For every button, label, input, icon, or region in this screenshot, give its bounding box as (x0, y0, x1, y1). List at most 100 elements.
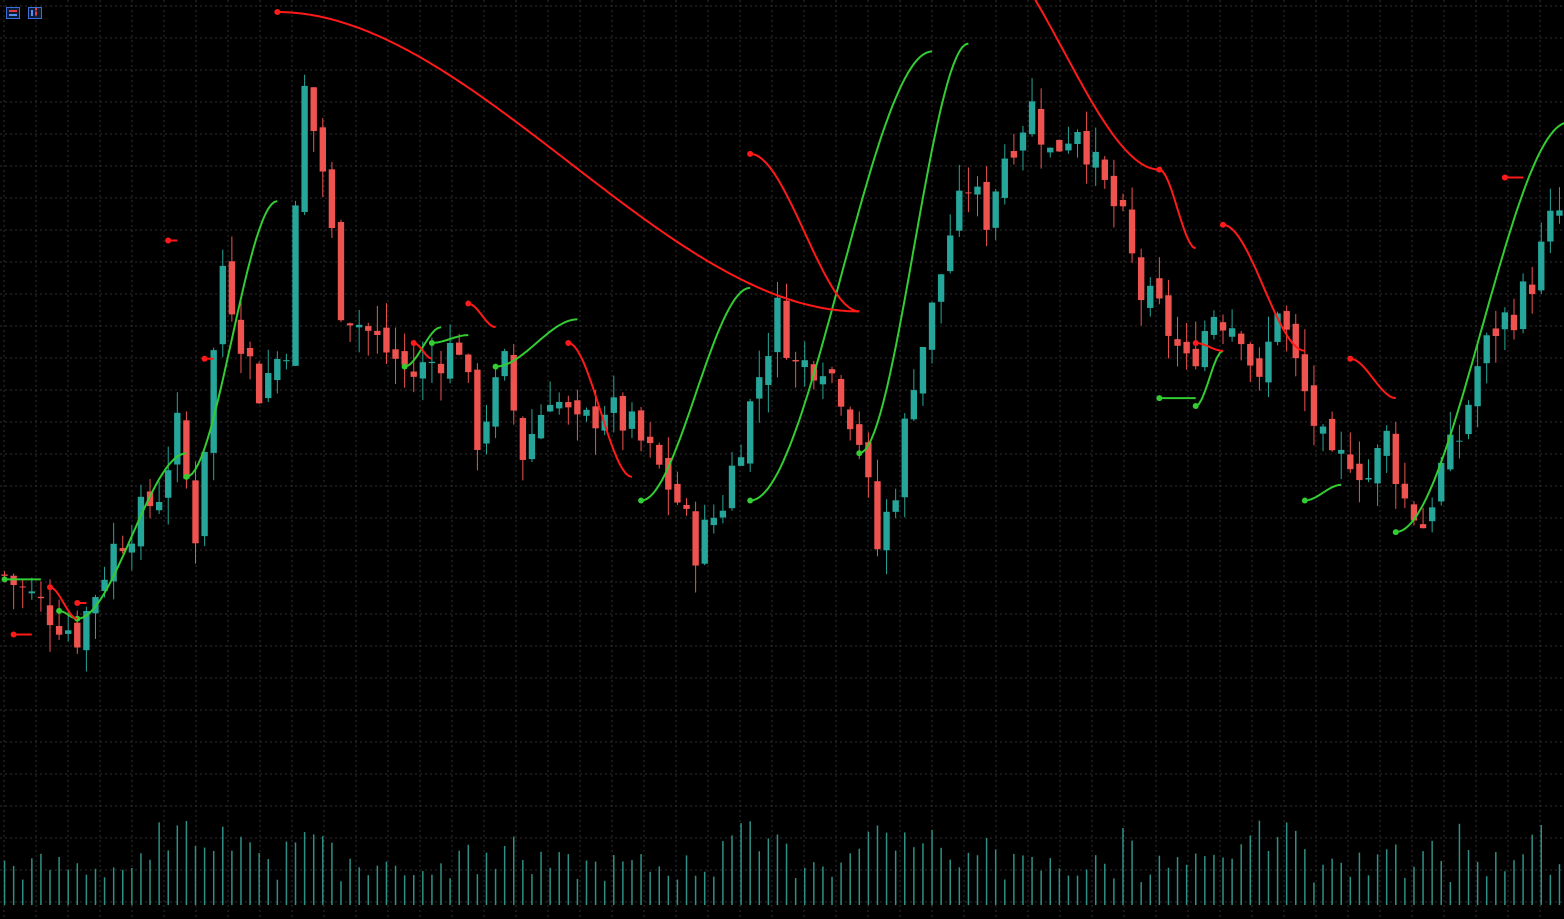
candle-body (765, 356, 772, 385)
candle-body (483, 421, 490, 444)
candle-body (474, 369, 481, 450)
support-trail-line-dot (1, 576, 8, 583)
support-trail-line-dot (638, 497, 645, 504)
candle-body (874, 481, 881, 550)
candle-body (1347, 454, 1354, 470)
candle-body (801, 360, 808, 368)
resistance-trail-line (750, 152, 860, 313)
candle-body (692, 511, 699, 566)
candle-body (237, 319, 245, 354)
price-chart (0, 0, 1564, 919)
resistance-trail-line-dot (465, 300, 472, 307)
candle-body (1256, 358, 1263, 377)
support-trail-line (1195, 349, 1224, 407)
candle-body (574, 400, 581, 415)
candle-body (1, 574, 8, 576)
candle-body (1265, 341, 1272, 383)
candle-body (737, 457, 745, 466)
candle-body (1156, 278, 1163, 299)
candle-body (565, 402, 572, 408)
candle-body (246, 347, 254, 357)
candle-body (928, 302, 936, 350)
candle-body (1419, 524, 1427, 529)
candle-body (1028, 101, 1036, 135)
candle-body (219, 265, 226, 345)
candle-body (792, 360, 799, 362)
candle-body (683, 504, 690, 509)
candle-body (528, 433, 536, 460)
resistance-trail-line-dot (565, 339, 572, 346)
candle-body (847, 409, 854, 430)
candle-body (1037, 108, 1045, 145)
candle-body (728, 465, 736, 509)
candle-body (155, 501, 163, 511)
candle-body (556, 401, 563, 409)
candle-body (1292, 323, 1299, 359)
candle-body (1247, 343, 1254, 366)
candle-body (1338, 449, 1345, 454)
candle-body (401, 351, 408, 365)
resistance-trail-line-dot (410, 339, 417, 346)
candle-body (837, 378, 845, 407)
support-trail-line-dot (428, 339, 435, 346)
candle-body (1119, 199, 1127, 207)
resistance-trail-line-dot (10, 631, 17, 638)
candle-body (1465, 404, 1472, 435)
candle-body (37, 596, 45, 599)
candle-body (319, 127, 326, 172)
candle-body (419, 362, 427, 379)
support-trail-line-dot (1192, 403, 1199, 409)
support-trail-line-dot (747, 497, 754, 504)
candle-body (937, 274, 945, 302)
candle-body (656, 444, 663, 465)
candle-body (1365, 478, 1372, 480)
candle-body (1083, 131, 1090, 165)
candle-body (255, 363, 263, 404)
candle-body (1383, 430, 1390, 456)
candle-body (465, 354, 472, 373)
candle-body (265, 373, 272, 399)
candle-body (1456, 440, 1463, 442)
candle-body (1356, 463, 1363, 481)
candle-body (983, 181, 990, 230)
candle-body (383, 327, 390, 353)
candle-body (1165, 295, 1172, 336)
candle-body (392, 349, 399, 359)
candle-body (19, 586, 26, 588)
candle-body (292, 205, 299, 366)
candle-body (783, 300, 790, 358)
candle-body (1147, 285, 1154, 308)
chart-area[interactable] (0, 0, 1564, 919)
candle-body (446, 343, 454, 379)
candle-body (1501, 312, 1509, 330)
candle-body (892, 500, 899, 512)
candle-body (774, 297, 781, 353)
candle-body (1174, 339, 1181, 346)
support-trail-line (1395, 122, 1564, 534)
resistance-trail-line-dot (74, 600, 81, 606)
candle-body (883, 511, 890, 551)
candle-body (192, 480, 199, 544)
candle-body (1510, 314, 1518, 331)
candle-body (346, 323, 354, 326)
support-trail-line-dot (1392, 529, 1399, 536)
candle-body (355, 324, 363, 328)
candle-body (1492, 328, 1499, 337)
candle-body (1010, 151, 1018, 158)
resistance-trail-line-dot (1347, 355, 1354, 362)
candle-body (965, 192, 972, 194)
resistance-trail-line (468, 302, 496, 329)
candle-body (328, 169, 336, 229)
candle-body (1374, 448, 1381, 484)
support-trail-line (1304, 483, 1342, 502)
candle-body (1310, 385, 1318, 426)
candle-body (583, 409, 590, 416)
candle-body (519, 417, 527, 460)
candle-body (637, 410, 645, 441)
candle-body (456, 342, 463, 355)
candle-body (510, 355, 517, 411)
support-trail-line-dot (401, 363, 408, 370)
candle-body (1547, 210, 1554, 242)
candle-body (228, 261, 236, 315)
resistance-trail-line-dot (1156, 166, 1163, 173)
